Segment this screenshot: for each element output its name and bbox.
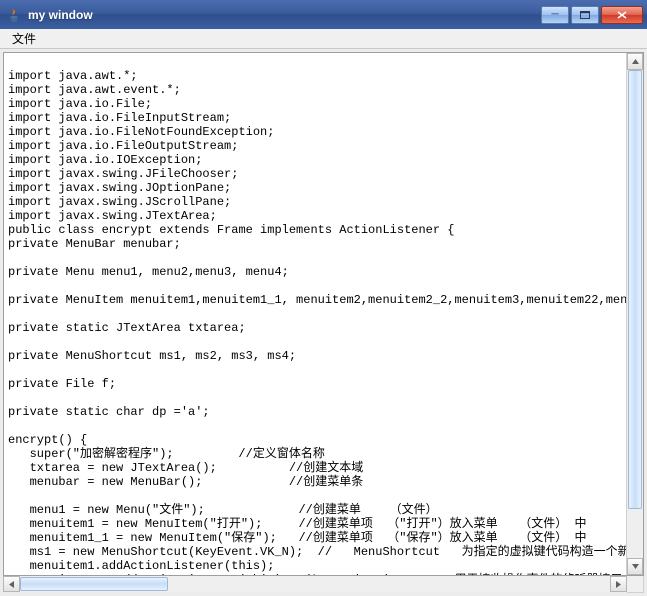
content-frame: import java.awt.*; import java.awt.event… [0,49,647,596]
scroll-thumb-h[interactable] [20,577,168,591]
scroll-corner [627,576,644,593]
scroll-track-h[interactable] [20,576,610,592]
scroll-right-button[interactable] [610,576,627,592]
scroll-up-button[interactable] [627,53,643,70]
scroll-left-button[interactable] [3,576,20,592]
text-area[interactable]: import java.awt.*; import java.awt.event… [4,53,626,575]
titlebar[interactable]: my window ─ [0,0,647,29]
titlebar-left: my window [6,7,93,23]
menu-file[interactable]: 文件 [4,28,44,49]
scroll-down-button[interactable] [627,558,643,575]
hscroll-row [3,576,644,593]
window-controls: ─ [541,6,643,24]
vertical-scrollbar[interactable] [626,53,643,575]
java-icon [6,7,22,23]
maximize-button[interactable] [571,6,599,24]
window-title: my window [28,8,93,22]
close-button[interactable] [601,6,643,24]
scroll-track-v[interactable] [627,70,643,558]
scroll-thumb-v[interactable] [628,70,642,509]
minimize-button[interactable]: ─ [541,6,569,24]
horizontal-scrollbar[interactable] [3,575,627,592]
menubar: 文件 [0,29,647,49]
app-window: my window ─ 文件 import java.awt.*; import… [0,0,647,596]
scroll-pane: import java.awt.*; import java.awt.event… [3,52,644,576]
